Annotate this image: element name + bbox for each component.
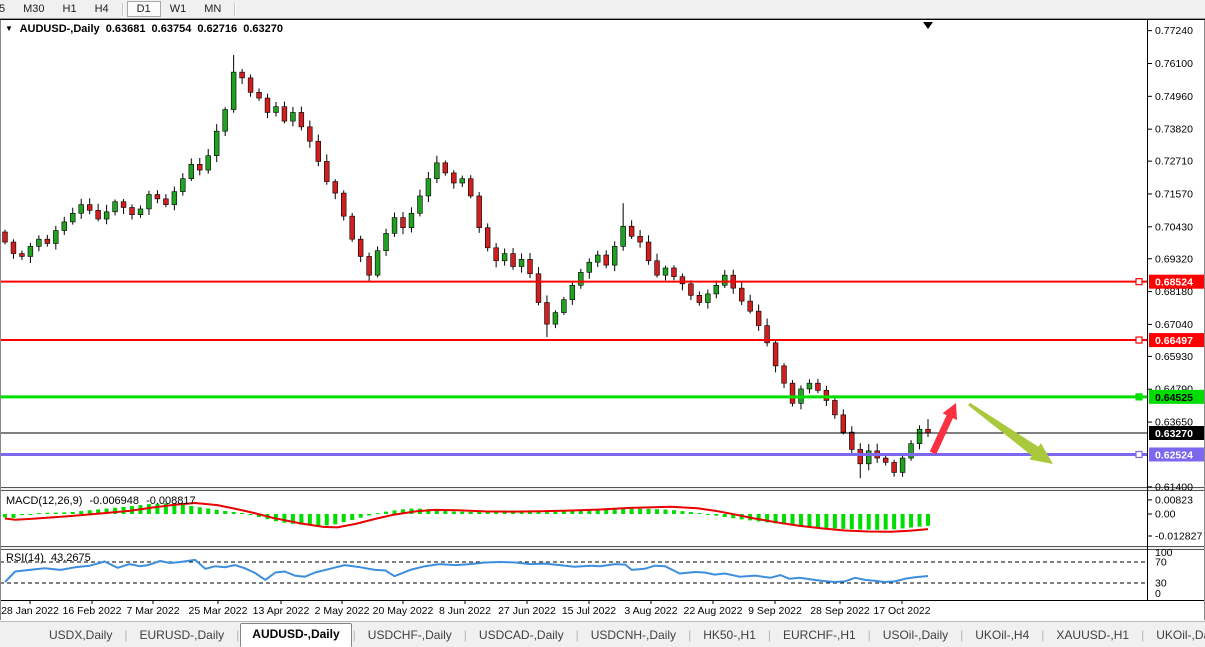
timeframe-button-h1[interactable]: H1 [54, 1, 86, 17]
date-tick-label: 22 Aug 2022 [684, 605, 743, 617]
macd-main-value: -0.006948 [89, 495, 140, 507]
price-tick-label: 0.67040 [1155, 319, 1193, 331]
chart-tab-ukoildaily[interactable]: UKOil-,Daily [1145, 624, 1205, 646]
price-tick-label: 0.74960 [1155, 91, 1193, 103]
chart-tab-usoildaily[interactable]: USOil-,Daily [872, 624, 959, 646]
date-tick-label: 8 Jun 2022 [439, 605, 491, 617]
timeframe-button-w1[interactable]: W1 [161, 1, 196, 17]
date-tick-label: 17 Oct 2022 [873, 605, 930, 617]
chart-tab-xauusdh1[interactable]: XAUUSD-,H1 [1045, 624, 1140, 646]
date-tick-label: 15 Jul 2022 [562, 605, 616, 617]
price-tick-label: 0.61400 [1155, 481, 1193, 493]
price-badge: 0.68524 [1155, 277, 1193, 289]
ohlc-high: 0.63754 [151, 23, 192, 35]
price-tick-label: 0.77240 [1155, 25, 1193, 37]
rsi-value: 43.2675 [50, 552, 91, 564]
macd-name: MACD(12,26,9) [6, 495, 83, 507]
price-tick-label: 0.72710 [1155, 156, 1193, 168]
toolbar-separator [121, 2, 123, 16]
price-badge: 0.62524 [1155, 449, 1193, 461]
toolbar-separator [234, 2, 236, 16]
ohlc-low: 0.62716 [197, 23, 238, 35]
price-tick-label: 0.70430 [1155, 221, 1193, 233]
chart-canvas[interactable]: 0.008230.00-0.0128271007030028 Jan 2022 1… [0, 0, 1205, 621]
price-badge: 0.63270 [1155, 428, 1193, 440]
chart-tab-eurchfh1[interactable]: EURCHF-,H1 [772, 624, 867, 646]
timeframe-button-5[interactable]: 5 [0, 1, 14, 17]
chart-tab-usdxdaily[interactable]: USDX,Daily [38, 624, 123, 646]
date-tick-label: 9 Sep 2022 [748, 605, 802, 617]
timeframe-toolbar: 5 M30 H1 H4 D1 W1 MN [0, 0, 1205, 19]
chart-tab-audusddaily[interactable]: AUDUSD-,Daily [240, 622, 352, 647]
chart-tab-usdchfdaily[interactable]: USDCHF-,Daily [357, 624, 463, 646]
date-tick-label: 13 Apr 2022 [253, 605, 310, 617]
date-tick-label: 27 Jun 2022 [498, 605, 556, 617]
date-tick-label: 3 Aug 2022 [624, 605, 677, 617]
date-tick-label: 7 Mar 2022 [126, 605, 179, 617]
price-badge: 0.66497 [1155, 335, 1193, 347]
chart-tab-eurusddaily[interactable]: EURUSD-,Daily [128, 624, 235, 646]
chart-tab-usdcaddaily[interactable]: USDCAD-,Daily [468, 624, 575, 646]
timeframe-button-h4[interactable]: H4 [86, 1, 118, 17]
timeframe-button-d1[interactable]: D1 [126, 1, 161, 17]
rsi-name: RSI(14) [6, 552, 44, 564]
chart-title: ▼ AUDUSD-,Daily 0.63681 0.63754 0.62716 … [5, 23, 286, 35]
symbol-dropdown-icon[interactable]: ▼ [5, 24, 13, 33]
timeframe-button-mn[interactable]: MN [195, 1, 230, 17]
macd-axis-label: -0.012827 [1155, 530, 1202, 542]
chart-symbol-label: AUDUSD-,Daily [19, 23, 100, 35]
date-tick-label: 16 Feb 2022 [63, 605, 122, 617]
ohlc-open: 0.63681 [105, 23, 146, 35]
date-tick-label: 2 May 2022 [315, 605, 370, 617]
macd-signal-value: -0.008817 [146, 495, 196, 507]
macd-axis-label: 0.00 [1155, 509, 1176, 521]
date-tick-label: 25 Mar 2022 [189, 605, 248, 617]
macd-indicator-label: MACD(12,26,9) -0.006948 -0.008817 [6, 495, 200, 507]
price-tick-label: 0.71570 [1155, 188, 1193, 200]
chart-tab-hk50h1[interactable]: HK50-,H1 [692, 624, 767, 646]
price-badge: 0.64525 [1155, 392, 1193, 404]
chart-tab-usdcnhdaily[interactable]: USDCNH-,Daily [580, 624, 687, 646]
trading-app-window: 5 M30 H1 H4 D1 W1 MN 0.00823 0.00 -0.012827 100 70… [0, 0, 1205, 647]
price-tick-label: 0.76100 [1155, 58, 1193, 70]
rsi-indicator-label: RSI(14) 43.2675 [6, 552, 95, 564]
symbol-tab-bar: USDX,Daily | EURUSD-,Daily | AUDUSD-,Daily | U… [0, 621, 1205, 647]
ohlc-close: 0.63270 [243, 23, 283, 35]
price-tick-label: 0.65930 [1155, 351, 1193, 363]
timeframe-button-m30[interactable]: M30 [14, 1, 53, 17]
rsi-axis-label: 0 [1155, 588, 1161, 600]
macd-axis-label: 0.00823 [1155, 494, 1193, 506]
date-tick-label: 20 May 2022 [373, 605, 434, 617]
rsi-axis-label: 70 [1155, 557, 1167, 569]
chart-tab-ukoilh4[interactable]: UKOil-,H4 [964, 624, 1040, 646]
price-tick-label: 0.69320 [1155, 253, 1193, 265]
price-tick-label: 0.73820 [1155, 124, 1193, 136]
date-tick-label: 28 Sep 2022 [810, 605, 870, 617]
date-tick-label: 28 Jan 2022 [1, 605, 59, 617]
